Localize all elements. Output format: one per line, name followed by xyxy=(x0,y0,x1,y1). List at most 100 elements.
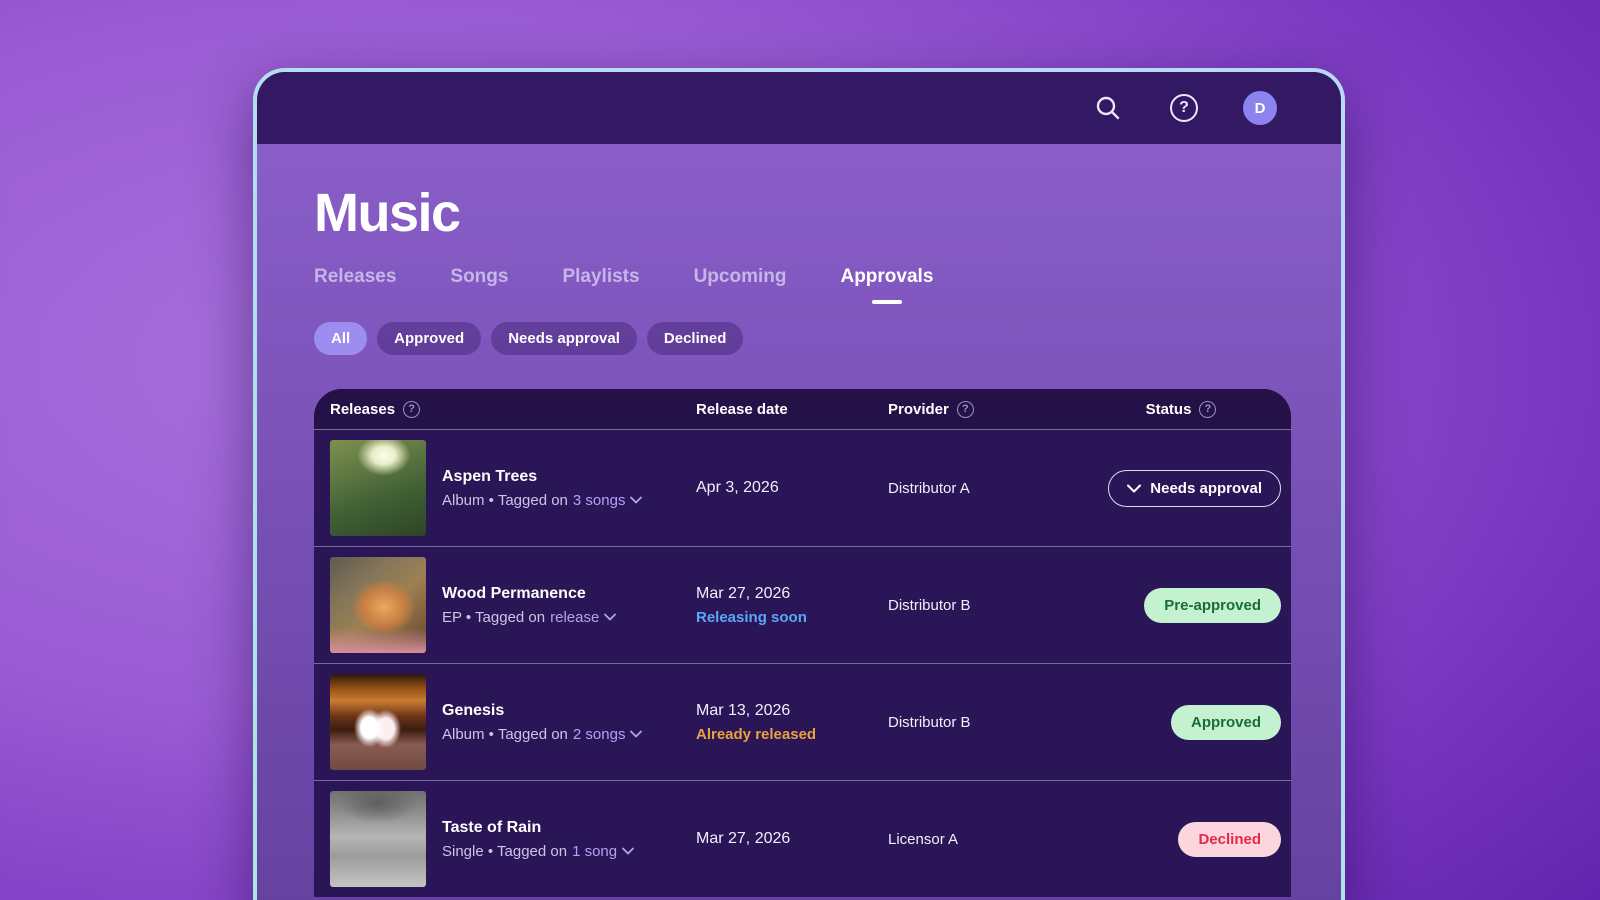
tagged-release-link[interactable]: release xyxy=(550,609,616,626)
table-row: Aspen Trees Album • Tagged on 3 songs Ap… xyxy=(314,429,1291,546)
provider-cell: Distributor B xyxy=(888,714,1081,731)
header-provider: Provider ? xyxy=(888,401,1081,418)
release-date-note: Releasing soon xyxy=(696,609,888,626)
table-header-row: Releases ? Release date Provider ? Statu… xyxy=(314,389,1291,429)
tab-songs[interactable]: Songs xyxy=(450,266,508,304)
release-date-cell: Mar 27, 2026 Releasing soon xyxy=(696,585,888,626)
tab-label: Playlists xyxy=(562,266,639,288)
album-art[interactable] xyxy=(330,557,426,653)
chevron-down-icon xyxy=(630,730,642,738)
tagged-release-label: release xyxy=(550,609,599,626)
approvals-table: Releases ? Release date Provider ? Statu… xyxy=(314,389,1291,897)
release-meta: EP • Tagged on release xyxy=(442,609,696,626)
album-art-cell xyxy=(324,557,438,653)
help-icon[interactable]: ? xyxy=(1167,91,1201,125)
window-body: ? D Music Releases Songs Playlists xyxy=(257,72,1341,900)
release-title[interactable]: Taste of Rain xyxy=(442,819,696,837)
header-release-date: Release date xyxy=(696,401,888,418)
release-title-cell: Taste of Rain Single • Tagged on 1 song xyxy=(438,819,696,860)
release-meta-text: Album • Tagged on xyxy=(442,726,568,743)
app-window: ? D Music Releases Songs Playlists xyxy=(253,68,1345,900)
top-bar: ? D xyxy=(257,72,1341,144)
filter-chip-declined[interactable]: Declined xyxy=(647,322,744,355)
provider-cell: Licensor A xyxy=(888,831,1081,848)
album-art[interactable] xyxy=(330,440,426,536)
chevron-down-icon xyxy=(630,496,642,504)
needs-approval-button[interactable]: Needs approval xyxy=(1108,470,1281,507)
main-content: Music Releases Songs Playlists Upcoming xyxy=(257,144,1341,897)
chevron-down-icon xyxy=(622,847,634,855)
tab-releases[interactable]: Releases xyxy=(314,266,396,304)
chevron-down-icon xyxy=(604,613,616,621)
tab-underline xyxy=(725,300,755,304)
release-date-note: Already released xyxy=(696,726,888,743)
provider-cell: Distributor B xyxy=(888,597,1081,614)
table-row: Wood Permanence EP • Tagged on release M… xyxy=(314,546,1291,663)
tagged-songs-label: 3 songs xyxy=(573,492,626,509)
release-meta-text: EP • Tagged on xyxy=(442,609,545,626)
release-title[interactable]: Genesis xyxy=(442,702,696,720)
release-date-cell: Mar 27, 2026 xyxy=(696,830,888,848)
tab-label: Releases xyxy=(314,266,396,288)
tab-upcoming[interactable]: Upcoming xyxy=(694,266,787,304)
album-art[interactable] xyxy=(330,674,426,770)
filter-chip-all[interactable]: All xyxy=(314,322,367,355)
album-art[interactable] xyxy=(330,791,426,887)
tab-underline xyxy=(586,300,616,304)
avatar-initial: D xyxy=(1255,100,1266,117)
release-date: Mar 27, 2026 xyxy=(696,585,888,603)
tagged-song-link[interactable]: 1 song xyxy=(572,843,634,860)
tab-label: Approvals xyxy=(840,266,933,288)
releases-help-icon[interactable]: ? xyxy=(403,401,420,418)
release-meta: Album • Tagged on 3 songs xyxy=(442,492,696,509)
release-date: Mar 13, 2026 xyxy=(696,702,888,720)
release-title[interactable]: Aspen Trees xyxy=(442,468,696,486)
release-date-cell: Mar 13, 2026 Already released xyxy=(696,702,888,743)
tab-playlists[interactable]: Playlists xyxy=(562,266,639,304)
album-art-cell xyxy=(324,674,438,770)
help-icon-glyph: ? xyxy=(1170,94,1198,122)
page-title: Music xyxy=(314,182,1291,244)
release-date-cell: Apr 3, 2026 xyxy=(696,479,888,497)
search-icon[interactable] xyxy=(1091,91,1125,125)
header-release-date-label: Release date xyxy=(696,401,788,418)
tagged-songs-link[interactable]: 3 songs xyxy=(573,492,643,509)
release-meta: Single • Tagged on 1 song xyxy=(442,843,696,860)
tagged-song-label: 1 song xyxy=(572,843,617,860)
tab-bar: Releases Songs Playlists Upcoming Approv… xyxy=(314,266,1291,304)
tab-label: Upcoming xyxy=(694,266,787,288)
header-status: Status ? xyxy=(1081,401,1281,418)
table-row: Genesis Album • Tagged on 2 songs Mar 13… xyxy=(314,663,1291,780)
table-row: Taste of Rain Single • Tagged on 1 song … xyxy=(314,780,1291,897)
tab-underline xyxy=(340,300,370,304)
status-cell: Declined xyxy=(1081,822,1281,857)
status-cell: Approved xyxy=(1081,705,1281,740)
provider-cell: Distributor A xyxy=(888,480,1081,497)
header-status-label: Status xyxy=(1146,401,1192,418)
status-badge: Approved xyxy=(1171,705,1281,740)
provider-help-icon[interactable]: ? xyxy=(957,401,974,418)
header-releases: Releases ? xyxy=(324,401,696,418)
release-meta: Album • Tagged on 2 songs xyxy=(442,726,696,743)
filter-chip-needs-approval[interactable]: Needs approval xyxy=(491,322,637,355)
avatar[interactable]: D xyxy=(1243,91,1277,125)
chevron-down-icon xyxy=(1127,484,1141,493)
tab-active-underline xyxy=(872,300,902,304)
filter-chip-approved[interactable]: Approved xyxy=(377,322,481,355)
album-art-cell xyxy=(324,440,438,536)
tagged-songs-label: 2 songs xyxy=(573,726,626,743)
status-cell: Pre-approved xyxy=(1081,588,1281,623)
header-releases-label: Releases xyxy=(330,401,395,418)
status-help-icon[interactable]: ? xyxy=(1199,401,1216,418)
status-badge: Declined xyxy=(1178,822,1281,857)
status-label: Needs approval xyxy=(1150,480,1262,497)
tab-approvals[interactable]: Approvals xyxy=(840,266,933,304)
release-date: Apr 3, 2026 xyxy=(696,479,888,497)
release-title-cell: Wood Permanence EP • Tagged on release xyxy=(438,585,696,626)
tagged-songs-link[interactable]: 2 songs xyxy=(573,726,643,743)
release-date: Mar 27, 2026 xyxy=(696,830,888,848)
release-meta-text: Album • Tagged on xyxy=(442,492,568,509)
release-title[interactable]: Wood Permanence xyxy=(442,585,696,603)
release-meta-text: Single • Tagged on xyxy=(442,843,567,860)
status-cell: Needs approval xyxy=(1081,470,1281,507)
